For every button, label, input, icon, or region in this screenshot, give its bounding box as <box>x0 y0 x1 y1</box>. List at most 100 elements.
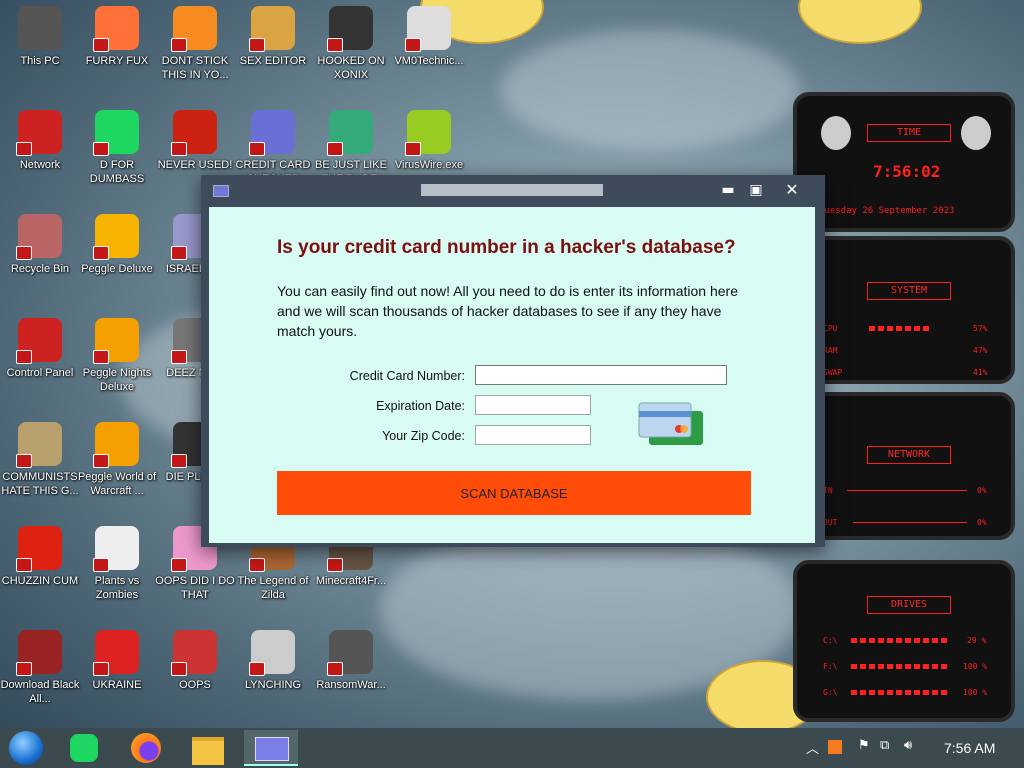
network-icon[interactable]: ⧉ <box>880 738 889 753</box>
devcpp-icon <box>171 110 217 156</box>
volume-icon[interactable]: 🔊︎ <box>904 738 912 753</box>
shortcut-badge-icon <box>171 350 187 364</box>
desktop-icon[interactable]: HOOKED ON XONIX <box>311 0 391 82</box>
desktop-icon-label: Peggle Deluxe <box>81 263 153 275</box>
shortcut-badge-icon <box>93 454 109 468</box>
shortcut-badge-icon <box>16 662 32 676</box>
desktop-icon[interactable]: SEX EDITOR <box>233 0 313 68</box>
anime-character-decoration <box>798 0 922 44</box>
close-button[interactable]: ✕ <box>779 179 805 201</box>
desktop-icon[interactable]: Recycle Bin <box>0 208 80 276</box>
desktop-icon[interactable]: BE JUST LIKE THE DUDE! <box>311 104 391 186</box>
desktop-icon[interactable]: VM0Technic... <box>389 0 469 68</box>
clock[interactable]: 7:56 AM <box>944 740 995 756</box>
desktop-icon[interactable]: Peggle Deluxe <box>77 208 157 276</box>
drive-label: C:\ <box>823 636 838 645</box>
network-out-graph <box>853 522 967 523</box>
shortcut-badge-icon <box>16 246 32 260</box>
network-out-value: 0% <box>977 518 987 527</box>
desktop-icon[interactable]: Peggle Nights Deluxe <box>77 312 157 394</box>
shortcut-badge-icon <box>249 142 265 156</box>
desktop-icon-label: Control Panel <box>6 367 74 379</box>
desktop-icon-label: OOPS DID I DO THAT <box>155 575 235 601</box>
desktop-icon[interactable]: UKRAINE <box>77 624 157 692</box>
desktop-icon-label: VM0Technic... <box>394 55 464 67</box>
minimize-button[interactable]: ▬ <box>715 179 741 201</box>
card-number-input[interactable] <box>475 365 727 385</box>
spotify-icon <box>70 734 98 762</box>
desktop-icon[interactable]: Control Panel <box>0 312 80 380</box>
pvz-icon <box>93 526 139 572</box>
desktop-icon-label: HOOKED ON XONIX <box>317 55 385 81</box>
hxd-editor-icon <box>249 6 295 52</box>
expiration-date-input[interactable] <box>475 395 591 415</box>
desktop-icon[interactable]: Download Black All... <box>0 624 80 706</box>
desktop-icon[interactable]: COMMUNISTS HATE THIS G... <box>0 416 80 498</box>
app-tray-icon[interactable] <box>828 740 842 754</box>
desktop-icon-label: RansomWar... <box>316 679 386 691</box>
shortcut-badge-icon <box>171 454 187 468</box>
system-title: SYSTEM <box>867 282 951 300</box>
desktop-icon[interactable]: Network <box>0 104 80 172</box>
desktop-icon-label: Peggle Nights Deluxe <box>82 367 152 393</box>
vlc-cone-icon <box>171 6 217 52</box>
taskbar-firefox[interactable] <box>124 730 168 766</box>
desktop-icon-label: Peggle World of Warcraft ... <box>77 471 157 497</box>
shortcut-badge-icon <box>327 142 343 156</box>
shortcut-badge-icon <box>171 142 187 156</box>
money-bag-icon <box>16 422 62 468</box>
swap-label: SWAP <box>823 368 843 377</box>
time-panel: TIME 7:56:02 Tuesday 26 September 2023 <box>793 92 1015 232</box>
spotify-icon <box>93 110 139 156</box>
expiration-date-label: Expiration Date: <box>376 399 465 413</box>
desktop-icon-label: DONT STICK THIS IN YO... <box>161 55 229 81</box>
firefox-icon <box>131 733 161 763</box>
time-title: TIME <box>867 124 951 142</box>
desktop-icon[interactable]: NEVER USED! <box>155 104 235 172</box>
desktop-icon[interactable]: OOPS <box>155 624 235 692</box>
desktop-icon[interactable]: D FOR DUMBASS <box>77 104 157 186</box>
shortcut-badge-icon <box>171 558 187 572</box>
shortcut-badge-icon <box>249 558 265 572</box>
drive-value: 100 % <box>963 688 988 697</box>
shortcut-badge-icon <box>93 558 109 572</box>
shortcut-badge-icon <box>93 246 109 260</box>
desktop-icon-label: NEVER USED! <box>157 159 233 171</box>
network-title: NETWORK <box>867 446 951 464</box>
time-value: 7:56:02 <box>873 162 941 181</box>
desktop-icon-label: Recycle Bin <box>10 263 70 275</box>
desktop-icon-label: The Legend of Zilda <box>237 575 309 601</box>
start-button[interactable] <box>4 730 48 766</box>
window-titlebar[interactable]: ▬ ▣ ✕ <box>201 175 825 205</box>
desktop-icon[interactable]: FURRY FUX <box>77 0 157 68</box>
taskbar: ︿ ⚑ ⧉ 🔊︎ 7:56 AM <box>0 728 1024 768</box>
network-globe-icon <box>16 110 62 156</box>
desktop-icon-label: SEX EDITOR <box>239 55 307 67</box>
taskbar-file-explorer[interactable] <box>186 730 230 766</box>
desktop-icon[interactable]: Peggle World of Warcraft ... <box>77 416 157 498</box>
drive-value: 100 % <box>963 662 988 671</box>
black-alien-icon <box>16 630 62 676</box>
noose-icon <box>249 630 295 676</box>
desktop-icon[interactable]: Plants vs Zombies <box>77 520 157 602</box>
credit-cards-icon <box>638 402 703 445</box>
chuzzle-icon <box>16 526 62 572</box>
scan-database-button[interactable]: SCAN DATABASE <box>277 471 751 515</box>
desktop-icon[interactable]: CHUZZIN CUM <box>0 520 80 588</box>
shortcut-badge-icon <box>93 662 109 676</box>
desktop-icon[interactable]: This PC <box>0 0 80 68</box>
desktop-icon[interactable]: LYNCHING <box>233 624 313 692</box>
desktop-icon[interactable]: VirusWire.exe <box>389 104 469 172</box>
desktop-icon-label: UKRAINE <box>92 679 142 691</box>
desktop-icon[interactable]: RansomWar... <box>311 624 391 692</box>
desktop-icon[interactable]: DONT STICK THIS IN YO... <box>155 0 235 82</box>
taskbar-credit-card-checker[interactable] <box>244 730 298 766</box>
shortcut-badge-icon <box>16 350 32 364</box>
flag-icon[interactable]: ⚑ <box>858 738 870 753</box>
chevron-up-icon[interactable]: ︿ <box>806 738 819 757</box>
skull-icon <box>327 630 373 676</box>
zip-code-input[interactable] <box>475 425 591 445</box>
desktop-icon[interactable]: CREDIT CARD CHECKER <box>233 104 313 186</box>
taskbar-spotify[interactable] <box>62 730 106 766</box>
maximize-button[interactable]: ▣ <box>743 179 769 201</box>
